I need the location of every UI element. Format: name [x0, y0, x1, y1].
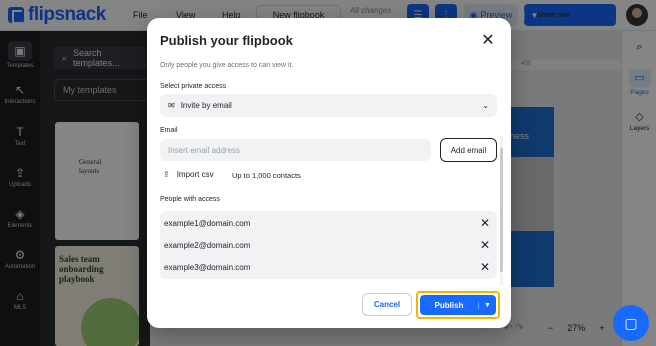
email-field[interactable]: Insert email address — [160, 139, 431, 161]
import-csv-label: Import csv — [176, 170, 214, 179]
access-select[interactable]: ✉ Invite by email ⌄ — [160, 94, 497, 117]
person-email: example3@domain.com — [164, 262, 251, 272]
dialog-title: Publish your flipbook — [160, 33, 293, 48]
chevron-down-icon: ⌄ — [482, 101, 489, 110]
people-label: People with access — [160, 196, 220, 203]
chat-support-button[interactable]: ▢ — [613, 305, 649, 341]
upload-icon: ⇪ — [163, 170, 170, 179]
person-email: example2@domain.com — [164, 240, 251, 250]
remove-icon[interactable]: ✕ — [479, 217, 491, 229]
chevron-down-icon[interactable]: ▼ — [478, 301, 496, 309]
list-item: example2@domain.com ✕ — [160, 234, 497, 256]
cancel-button[interactable]: Cancel — [362, 293, 412, 316]
people-list: example1@domain.com ✕ example2@domain.co… — [160, 211, 497, 279]
publish-label: Publish — [434, 300, 464, 310]
access-label: Select private access — [160, 83, 227, 90]
list-item: example3@domain.com ✕ — [160, 256, 497, 278]
close-icon[interactable]: ✕ — [480, 33, 496, 49]
publish-button[interactable]: Publish ▼ — [420, 295, 496, 315]
scrollbar-thumb[interactable] — [500, 148, 503, 272]
publish-highlight: Publish ▼ — [416, 291, 500, 319]
remove-icon[interactable]: ✕ — [479, 239, 491, 251]
dialog-subtitle: Only people you give access to can view … — [160, 62, 294, 69]
import-csv-button[interactable]: ⇪ Import csv — [163, 170, 214, 179]
email-label: Email — [160, 127, 178, 134]
publish-dialog: Publish your flipbook ✕ Only people you … — [147, 18, 511, 328]
add-email-button[interactable]: Add email — [440, 138, 497, 162]
person-email: example1@domain.com — [164, 218, 251, 228]
list-item: example1@domain.com ✕ — [160, 212, 497, 234]
import-hint: Up to 1,000 contacts — [232, 171, 301, 180]
chat-icon: ▢ — [624, 314, 638, 331]
access-select-value: Invite by email — [180, 101, 232, 110]
mail-icon: ✉ — [168, 101, 175, 110]
remove-icon[interactable]: ✕ — [479, 261, 491, 273]
